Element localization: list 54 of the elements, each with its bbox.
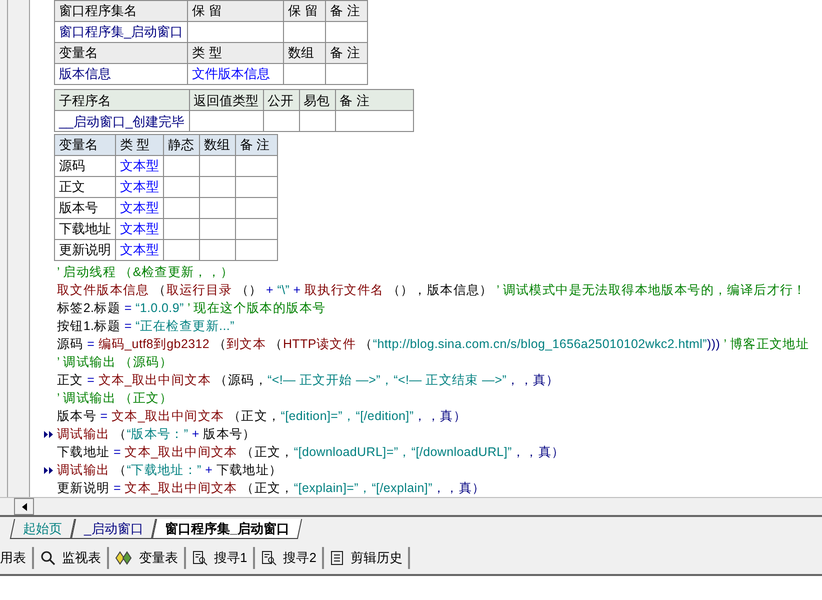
table-header-cell: 数组 bbox=[284, 42, 326, 64]
code-line: 下载地址 = 文本_取出中间文本 （正文，“[downloadURL]=”，“[/downloadURL]”，，真） bbox=[57, 444, 565, 461]
table-header-cell: 备 注 bbox=[335, 90, 414, 111]
table-header-cell: 保 留 bbox=[284, 0, 326, 22]
code-line: 按钮1.标题 = “正在检查更新...” bbox=[57, 318, 234, 335]
panel-tab-button[interactable]: 监视表 bbox=[34, 547, 109, 569]
table-cell: 版本信息 bbox=[54, 64, 188, 84]
table-cell: 更新说明 bbox=[54, 240, 116, 260]
table-cell: 文本型 bbox=[116, 240, 164, 260]
table-cell: 下载地址 bbox=[54, 218, 116, 240]
code-line: 取文件版本信息 （取运行目录 （） + “\” + 取执行文件名 （），版本信息） ’ 调试模式中是无法取得本地版本号的，编译后才行！ bbox=[57, 282, 806, 299]
table-cell: __启动窗口_创建完毕 bbox=[54, 110, 190, 132]
code-line: 调试输出 （“下载地址：” + 下载地址） bbox=[57, 462, 282, 479]
table-cell: 文本型 bbox=[116, 176, 164, 198]
table-header-cell: 保 留 bbox=[188, 0, 284, 22]
panel-tab-button[interactable]: 用表 bbox=[0, 547, 34, 569]
code-line: 调试输出 （“版本号：” + 版本号） bbox=[57, 426, 256, 443]
table-header-cell: 窗口程序集名 bbox=[54, 0, 188, 22]
editor-tab[interactable]: _启动窗口 bbox=[70, 519, 156, 539]
editor-tab[interactable]: 窗口程序集_启动窗口 bbox=[152, 519, 303, 539]
table-header-cell: 子程序名 bbox=[54, 90, 190, 111]
panel-tab-button[interactable]: 剪辑历史 bbox=[324, 547, 410, 569]
table-cell: 源码 bbox=[54, 156, 116, 176]
table-header-cell: 返回值类型 bbox=[189, 90, 264, 111]
table-header-cell: 备 注 bbox=[326, 0, 368, 22]
table-header-cell: 类 型 bbox=[116, 134, 164, 156]
code-line: 源码 = 编码_utf8到gb2312 （到文本 （HTTP读文件 （“http://blog.sina.com.cn/s/blog_1656a25010102wkc2.html”))) ’ 博客正文地址 bbox=[57, 336, 810, 353]
panel-tab-button[interactable]: 搜寻2 bbox=[255, 547, 324, 569]
code-line: 更新说明 = 文本_取出中间文本 （正文，“[explain]=”，“[/explain]”，，真） bbox=[57, 480, 486, 497]
code-line: 标签2.标题 = “1.0.0.9” ’ 现在这个版本的版本号 bbox=[57, 300, 326, 317]
table-header-cell: 易包 bbox=[299, 90, 336, 111]
table-header-cell: 备 注 bbox=[236, 134, 278, 156]
table-header-cell: 变量名 bbox=[54, 134, 116, 156]
table-cell: 正文 bbox=[54, 176, 116, 198]
code-line: 正文 = 文本_取出中间文本 （源码，“<!— 正文开始 —>”，“<!— 正文结束 —>”，，真） bbox=[57, 372, 560, 389]
table-cell: 文本型 bbox=[116, 198, 164, 218]
code-line: ’ 启动线程 （&检查更新，，） bbox=[57, 264, 234, 281]
code-line: ’ 调试输出 （正文） bbox=[57, 390, 172, 407]
table-cell: 文本型 bbox=[116, 218, 164, 240]
table-cell: 文件版本信息 bbox=[188, 64, 284, 84]
editor-tab[interactable]: 起始页 bbox=[10, 519, 76, 539]
table-cell: 窗口程序集_启动窗口 bbox=[54, 22, 188, 42]
table-header-cell: 类 型 bbox=[188, 42, 284, 64]
table-header-cell: 备 注 bbox=[326, 42, 368, 64]
table-header-cell: 公开 bbox=[263, 90, 300, 111]
table-header-cell: 数组 bbox=[200, 134, 236, 156]
table-header-cell: 变量名 bbox=[54, 42, 188, 64]
table-cell: 文本型 bbox=[116, 156, 164, 176]
table-cell: 版本号 bbox=[54, 198, 116, 218]
panel-tab-button[interactable]: 变量表 bbox=[109, 547, 186, 569]
panel-tab-button[interactable]: 搜寻1 bbox=[186, 547, 256, 569]
code-line: 版本号 = 文本_取出中间文本 （正文，“[edition]=”，“[/edition]”，，真） bbox=[57, 408, 466, 425]
table-header-cell: 静态 bbox=[164, 134, 200, 156]
code-line: ’ 调试输出 （源码） bbox=[57, 354, 172, 371]
